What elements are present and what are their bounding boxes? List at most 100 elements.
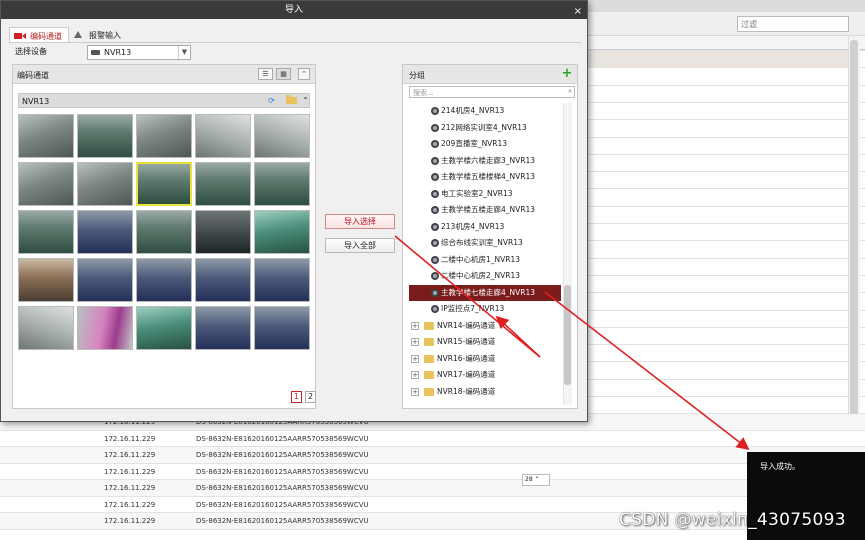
- tree-channel-label: 213机房4_NVR13: [441, 221, 505, 231]
- tree-group-item[interactable]: + NVR18-编码通道: [409, 384, 561, 400]
- tree-channel-item[interactable]: 二楼中心机房2_NVR13: [409, 268, 561, 284]
- tree-group-item[interactable]: + NVR16-编码通道: [409, 351, 561, 367]
- device-label: 选择设备: [15, 47, 47, 56]
- folder-icon: [424, 387, 434, 396]
- channel-thumbnail[interactable]: [77, 258, 133, 302]
- tree-group-item[interactable]: + NVR17-编码通道: [409, 367, 561, 383]
- tree-group-item[interactable]: + NVR15-编码通道: [409, 334, 561, 350]
- camera-icon: [431, 239, 439, 247]
- close-icon[interactable]: ×: [574, 3, 582, 21]
- camera-icon: [431, 173, 439, 181]
- channel-thumbnail[interactable]: [254, 210, 310, 254]
- channel-thumbnail[interactable]: [136, 210, 192, 254]
- tree-channel-item[interactable]: 电工实验室2_NVR13: [409, 186, 561, 202]
- background-scrollbar-thumb[interactable]: [850, 40, 858, 420]
- expand-icon[interactable]: +: [411, 338, 419, 346]
- channel-thumbnail[interactable]: [18, 114, 74, 158]
- spin-field[interactable]: 28 ⌃: [522, 474, 550, 486]
- tree-scrollbar-thumb[interactable]: [564, 285, 571, 385]
- channel-thumbnail[interactable]: [195, 162, 251, 206]
- channel-thumbnail[interactable]: [136, 306, 192, 350]
- import-selected-button[interactable]: 导入选择: [325, 214, 395, 229]
- channel-thumbnail[interactable]: [77, 210, 133, 254]
- expand-icon[interactable]: +: [411, 354, 419, 363]
- filter-input[interactable]: [737, 16, 849, 32]
- tree-channel-item[interactable]: 214机房4_NVR13: [409, 103, 561, 119]
- row-device: DS-8632N-E81620160125AARR570538569WCVU: [196, 484, 369, 492]
- channel-thumbnail[interactable]: [254, 306, 310, 350]
- expand-icon[interactable]: +: [411, 387, 419, 396]
- list-view-icon[interactable]: ☰: [258, 68, 273, 80]
- tree-channel-label: 214机房4_NVR13: [441, 106, 505, 115]
- group-search-input[interactable]: 搜索... ⌕: [409, 86, 575, 98]
- tab-bar: 编码通道 报警输入: [9, 27, 579, 43]
- camera-icon: [431, 288, 439, 297]
- channel-thumbnail[interactable]: [254, 258, 310, 302]
- channel-thumbnail[interactable]: [195, 306, 251, 350]
- camera-icon: [431, 305, 439, 313]
- table-row[interactable]: 172.16.11.229 DS-8632N-E81620160125AARR57…: [0, 480, 865, 497]
- dialog-title-bar[interactable]: 导入 ×: [1, 1, 587, 19]
- tree-channel-label: 综合布线实训室_NVR13: [441, 238, 523, 247]
- channel-thumbnail[interactable]: [195, 258, 251, 302]
- channel-thumbnail[interactable]: [18, 258, 74, 302]
- chevron-down-icon[interactable]: ▼: [178, 46, 190, 59]
- search-placeholder: 搜索...: [413, 89, 434, 97]
- tree-channel-item[interactable]: 主教学楼七楼走廊4_NVR13: [409, 284, 561, 301]
- tree-channel-label: 主教学楼六楼走廊3_NVR13: [441, 155, 536, 165]
- toast-message: 导入成功。: [760, 462, 800, 471]
- channel-thumbnail[interactable]: [77, 162, 133, 206]
- channel-thumbnail[interactable]: [77, 114, 133, 158]
- channel-thumbnail[interactable]: [136, 114, 192, 158]
- tree-channel-item[interactable]: 二楼中心机房1_NVR13: [409, 252, 561, 268]
- tree-channel-item[interactable]: 主教学楼五楼走廊4_NVR13: [409, 202, 561, 218]
- channel-thumbnail[interactable]: [136, 162, 192, 206]
- expand-icon[interactable]: +: [411, 371, 419, 379]
- refresh-icon[interactable]: ⟳: [265, 95, 278, 106]
- table-row[interactable]: 172.16.11.229 DS-8632N-E81620160125AARR57…: [0, 447, 865, 464]
- table-row[interactable]: 172.16.11.229 DS-8632N-E81620160125AARR57…: [0, 430, 865, 447]
- tree-channel-item[interactable]: 综合布线实训室_NVR13: [409, 235, 561, 251]
- import-all-button[interactable]: 导入全部: [325, 238, 395, 253]
- channel-thumbnail[interactable]: [195, 114, 251, 158]
- background-selected-row[interactable]: [588, 50, 848, 68]
- nvr-group-bar[interactable]: NVR13 ⟳ ⌃: [18, 93, 310, 108]
- device-select[interactable]: NVR13 ▼: [87, 45, 191, 60]
- tree-channel-label: 主教学楼五楼楼梯4_NVR13: [441, 172, 536, 181]
- collapse-group-icon[interactable]: ⌃: [299, 95, 312, 106]
- add-group-icon[interactable]: +: [561, 67, 573, 80]
- row-ip: 172.16.11.229: [104, 467, 156, 476]
- channel-thumbnail[interactable]: [136, 258, 192, 302]
- tab-alarm-input[interactable]: 报警输入: [69, 27, 127, 43]
- page-1-button[interactable]: 1: [291, 391, 302, 403]
- tab-label: 编码通道: [30, 32, 62, 41]
- row-device: DS-8632N-E81620160125AARR570538569WCVU: [196, 467, 369, 476]
- channel-thumbnail[interactable]: [18, 162, 74, 206]
- tree-channel-item[interactable]: 212网络实训室4_NVR13: [409, 120, 561, 136]
- channel-thumbnail[interactable]: [77, 306, 133, 350]
- channel-thumbnail[interactable]: [254, 162, 310, 206]
- table-row[interactable]: 172.16.11.229 DS-8632N-E81620160125AARR57…: [0, 463, 865, 480]
- search-icon[interactable]: ⌕: [568, 87, 572, 96]
- tab-encoding-channel[interactable]: 编码通道: [9, 27, 69, 43]
- channel-thumbnail[interactable]: [254, 114, 310, 158]
- tree-group-item[interactable]: + NVR14-编码通道: [409, 318, 561, 334]
- tree-channel-label: 主教学楼七楼走廊4_NVR13: [441, 287, 536, 297]
- group-panel-header: 分组 +: [403, 65, 577, 84]
- tree-channel-label: 电工实验室2_NVR13: [441, 188, 513, 198]
- tree-channel-item[interactable]: 213机房4_NVR13: [409, 219, 561, 235]
- channel-thumbnail[interactable]: [18, 306, 74, 350]
- row-ip: 172.16.11.229: [104, 451, 156, 459]
- page-2-button[interactable]: 2: [305, 391, 316, 403]
- folder-icon[interactable]: [285, 95, 298, 106]
- device-select-value: NVR13: [104, 48, 132, 57]
- collapse-icon[interactable]: ⌃: [298, 68, 310, 80]
- channel-thumbnail[interactable]: [195, 210, 251, 254]
- expand-icon[interactable]: +: [411, 321, 419, 330]
- tree-channel-item[interactable]: IP监控点7_NVR13: [409, 301, 561, 317]
- channel-thumbnail[interactable]: [18, 210, 74, 254]
- tree-channel-item[interactable]: 主教学楼五楼楼梯4_NVR13: [409, 169, 561, 185]
- grid-view-icon[interactable]: ▦: [276, 68, 291, 80]
- tree-channel-item[interactable]: 主教学楼六楼走廊3_NVR13: [409, 153, 561, 169]
- tree-channel-item[interactable]: 209直播室_NVR13: [409, 136, 561, 152]
